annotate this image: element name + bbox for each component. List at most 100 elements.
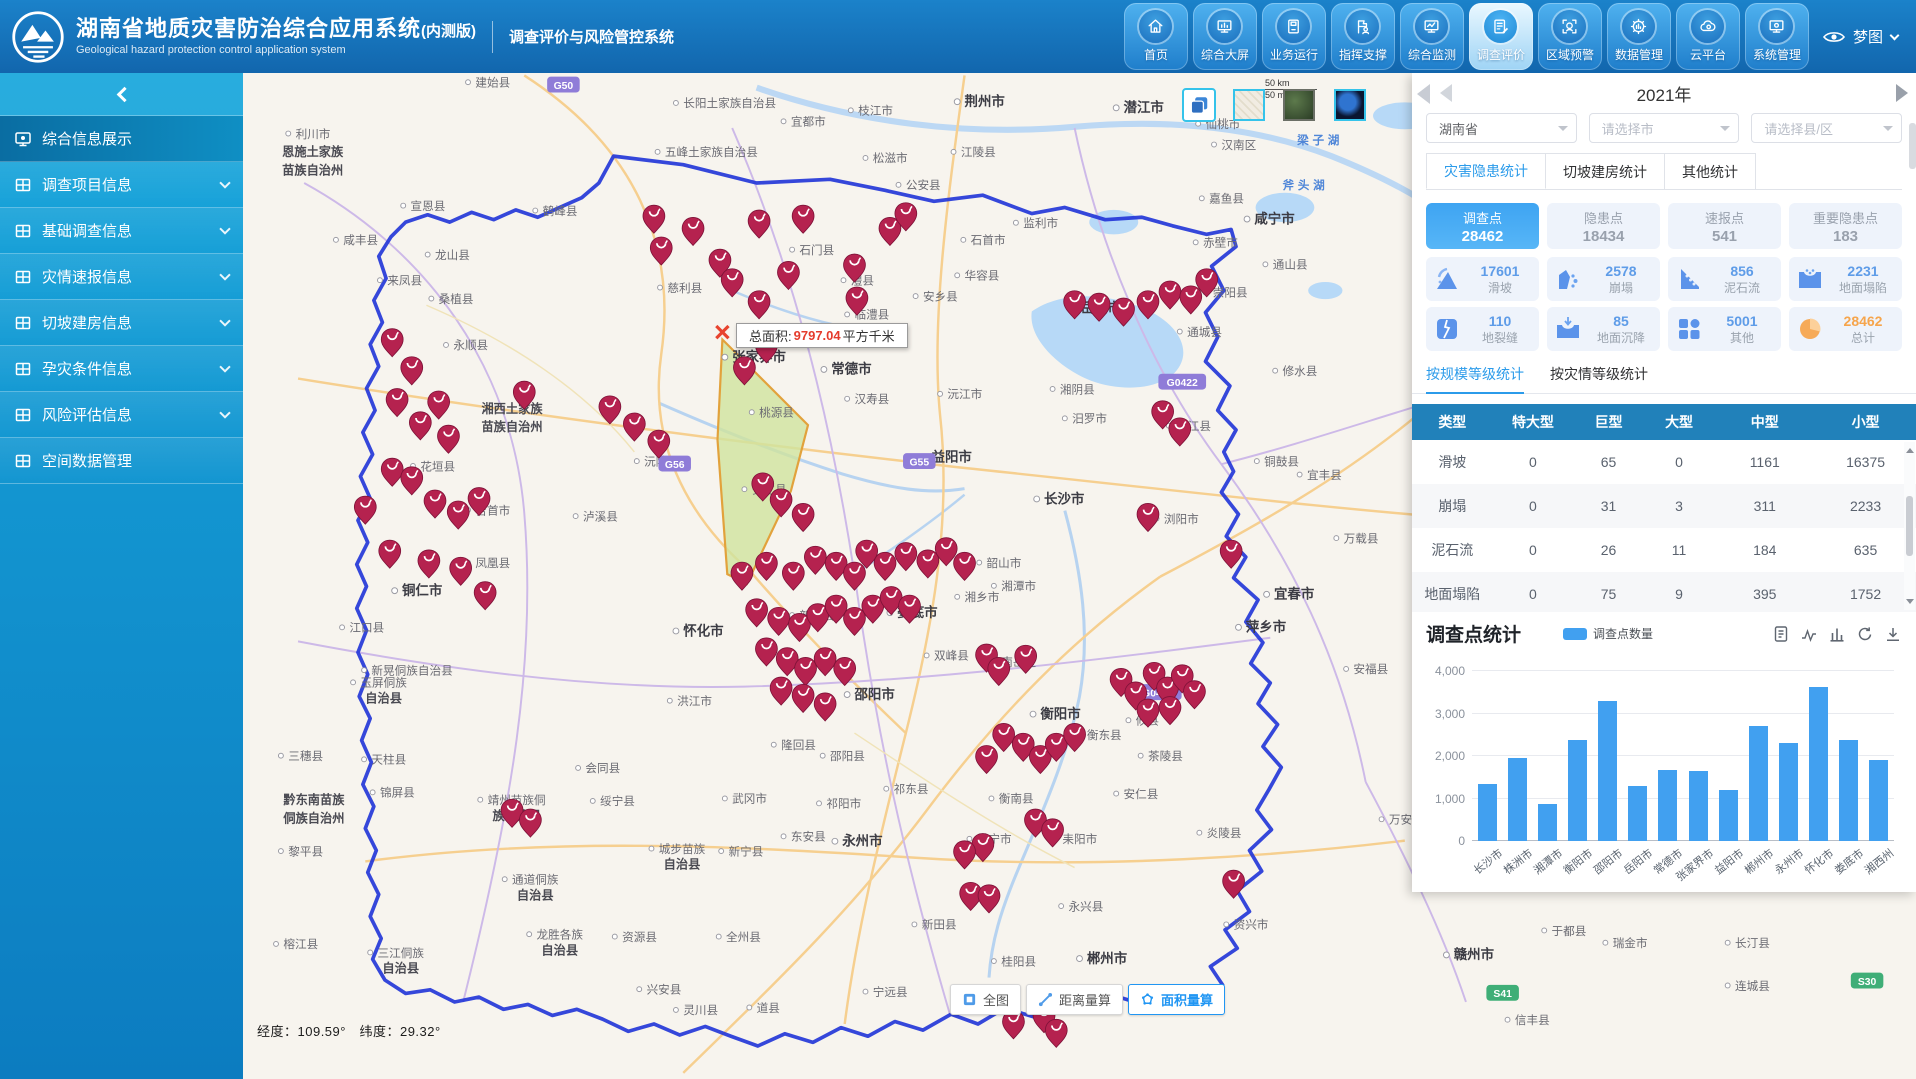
nav-label: 综合监测 (1408, 46, 1456, 63)
region-select[interactable]: 湖南省 (1426, 113, 1577, 143)
map-label: 咸丰县 (343, 234, 378, 247)
map-label: 于都县 (1552, 925, 1587, 938)
region-select[interactable]: 请选择市 (1589, 113, 1740, 143)
line-chart-icon[interactable] (1800, 625, 1818, 643)
map-toolbar-button[interactable]: 距离量算 (1026, 984, 1123, 1015)
chart-bar (1658, 770, 1677, 841)
sidebar-item-label: 空间数据管理 (42, 450, 132, 471)
map-toolbar-button[interactable]: 全图 (950, 984, 1021, 1015)
stat-card-value: 85 (1613, 313, 1629, 329)
chart-toolbar (1772, 625, 1902, 643)
gridline (1472, 798, 1894, 799)
scroll-down-icon[interactable] (1906, 599, 1914, 608)
sidebar-item[interactable]: 切坡建房信息 (0, 300, 243, 346)
chart-bar (1628, 786, 1647, 841)
sidebar-item[interactable]: 空间数据管理 (0, 438, 243, 484)
eye-icon[interactable] (1823, 30, 1845, 44)
sidebar-item[interactable]: 灾情速报信息 (0, 254, 243, 300)
map-label-marker (274, 941, 279, 946)
nav-item[interactable]: 云平台 (1676, 3, 1740, 70)
nav-item[interactable]: 首页 (1124, 3, 1188, 70)
sub-tab[interactable]: 按灾情等级统计 (1550, 364, 1648, 393)
bar-chart-icon[interactable] (1828, 625, 1846, 643)
sidebar-item[interactable]: 基础调查信息 (0, 208, 243, 254)
sidebar-item[interactable]: 孕灾条件信息 (0, 346, 243, 392)
map-label: 利川市 (296, 127, 331, 141)
map-label-marker (817, 801, 822, 806)
map-label-marker (716, 934, 721, 939)
table-cell: 0 (1644, 440, 1715, 484)
layer-switcher-button[interactable] (1182, 88, 1216, 122)
stat-card-content: 28462总计 (1828, 313, 1898, 346)
nav-item[interactable]: 指挥支撑 (1331, 3, 1395, 70)
nav-item[interactable]: 区域预警 (1538, 3, 1602, 70)
sidebar-collapse-button[interactable] (0, 73, 243, 116)
map-label-marker (1344, 666, 1349, 671)
map-label: 永州市 (842, 833, 883, 849)
debris-flow-icon (1675, 265, 1703, 293)
ground-collapse-icon (1796, 265, 1824, 293)
stat-pill[interactable]: 重要隐患点183 (1789, 203, 1902, 249)
panel-scrollbar[interactable] (1909, 123, 1916, 169)
map-label-marker (649, 846, 654, 851)
ground-fissure-icon (1433, 315, 1461, 343)
basemap-satellite-thumbnail[interactable] (1283, 89, 1315, 121)
sidebar-item[interactable]: 风险评估信息 (0, 392, 243, 438)
user-menu[interactable]: 梦图 (1823, 26, 1898, 47)
map-label-marker (362, 668, 367, 673)
scroll-up-icon[interactable] (1906, 444, 1914, 453)
refresh-icon[interactable] (1856, 625, 1874, 643)
document-icon[interactable] (1772, 625, 1790, 643)
scroll-thumb[interactable] (1906, 496, 1913, 556)
nav-item[interactable]: 数据管理 (1607, 3, 1671, 70)
next-year-button[interactable] (1896, 84, 1908, 102)
app-logo-icon (10, 9, 66, 65)
map-label-marker (673, 1007, 678, 1012)
app-header: 湖南省地质灾害防治综合应用系统 (内测版) Geological hazard … (0, 0, 1916, 73)
download-icon[interactable] (1884, 625, 1902, 643)
map-label: 宣恩县 (411, 199, 446, 213)
survey-icon (1484, 10, 1517, 43)
stat-pill[interactable]: 速报点541 (1668, 203, 1781, 249)
stat-pill[interactable]: 隐患点18434 (1547, 203, 1660, 249)
stat-card-value: 5001 (1726, 313, 1757, 329)
map-label: 茶陵县 (1148, 749, 1183, 763)
sidebar-item[interactable]: 调查项目信息 (0, 162, 243, 208)
pill-value: 28462 (1462, 228, 1504, 245)
sidebar-item[interactable]: 综合信息展示 (0, 116, 243, 162)
table-cell: 0 (1493, 528, 1574, 572)
map-label: 江陵县 (961, 146, 996, 159)
nav-item[interactable]: 系统管理 (1745, 3, 1809, 70)
nav-item[interactable]: 业务运行 (1262, 3, 1326, 70)
map-label: 隆回县 (781, 738, 816, 752)
stat-card-value: 856 (1730, 263, 1753, 279)
map-toolbar-button[interactable]: 面积量算 (1128, 984, 1225, 1015)
sub-tab[interactable]: 按规模等级统计 (1426, 364, 1524, 394)
nav-item[interactable]: 综合大屏 (1193, 3, 1257, 70)
map-label: 安仁县 (1124, 787, 1159, 801)
tab[interactable]: 切坡建房统计 (1546, 153, 1665, 189)
map-label-marker (845, 396, 850, 401)
stat-pill[interactable]: 调查点28462 (1426, 203, 1539, 249)
tab[interactable]: 其他统计 (1665, 153, 1756, 189)
nav-item[interactable]: 综合监测 (1400, 3, 1464, 70)
prev-year-button[interactable] (1440, 84, 1452, 102)
basemap-road-thumbnail[interactable] (1233, 89, 1265, 121)
map-label: 公安县 (906, 178, 941, 192)
nav-item[interactable]: 调查评价 (1469, 3, 1533, 70)
grid-icon (14, 406, 32, 424)
chart-bar (1538, 804, 1557, 841)
table-scrollbar[interactable] (1904, 442, 1915, 610)
map-label: 华容县 (965, 269, 1000, 283)
region-select[interactable]: 请选择县/区 (1751, 113, 1902, 143)
chart-bar (1749, 726, 1768, 841)
map-label-marker (278, 849, 283, 854)
tab[interactable]: 灾害隐患统计 (1426, 153, 1546, 189)
monitor-icon (1415, 10, 1448, 43)
map-label: 玉屏侗族 (360, 676, 407, 690)
nav-label: 数据管理 (1615, 46, 1663, 63)
chevron-down-icon (219, 269, 230, 280)
map-label: 耒阳市 (1062, 832, 1097, 846)
basemap-earth-thumbnail[interactable] (1334, 89, 1366, 121)
nav-label: 云平台 (1690, 46, 1726, 63)
